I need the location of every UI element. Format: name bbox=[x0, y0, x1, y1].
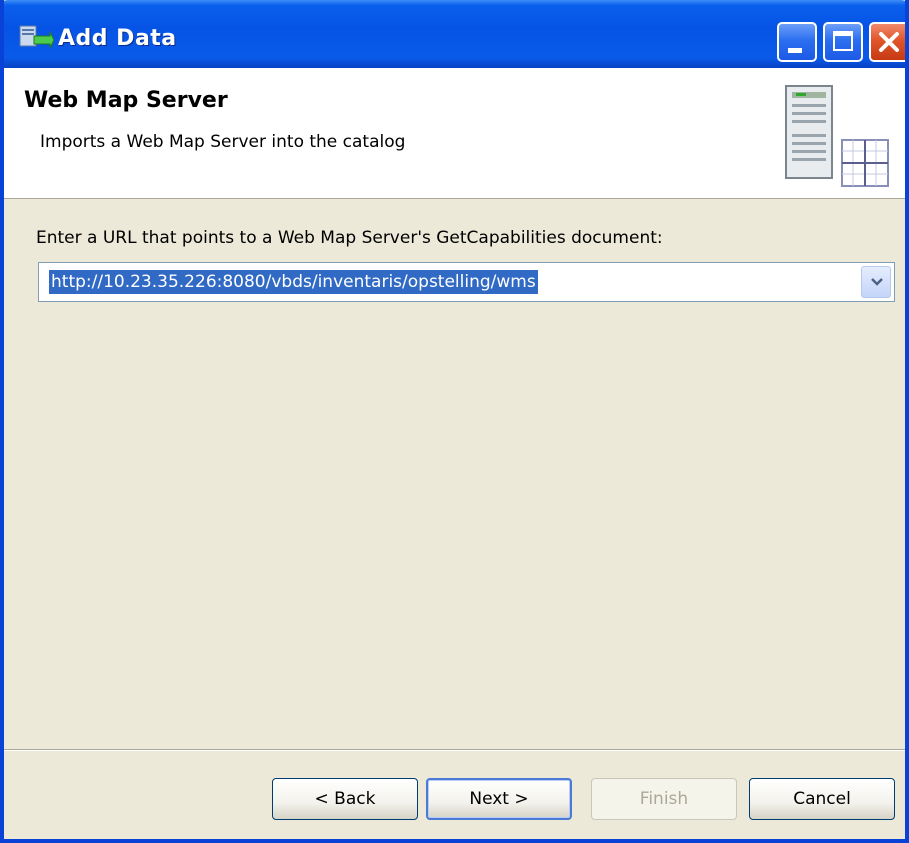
maximize-icon bbox=[833, 31, 853, 51]
chevron-down-icon bbox=[871, 278, 883, 286]
cancel-button[interactable]: Cancel bbox=[749, 778, 895, 820]
finish-button: Finish bbox=[591, 778, 737, 820]
minimize-button[interactable] bbox=[777, 22, 817, 62]
wms-server-icon bbox=[782, 84, 892, 192]
next-button[interactable]: Next > bbox=[426, 778, 572, 820]
page-title: Web Map Server bbox=[24, 88, 228, 113]
back-button[interactable]: < Back bbox=[272, 778, 418, 820]
window-title: Add Data bbox=[58, 26, 177, 51]
wizard-header: Web Map Server Imports a Web Map Server … bbox=[4, 68, 905, 199]
url-dropdown-button[interactable] bbox=[861, 266, 891, 298]
minimize-icon bbox=[788, 48, 802, 53]
close-button[interactable] bbox=[869, 22, 905, 62]
url-input[interactable]: http://10.23.35.226:8080/vbds/inventaris… bbox=[49, 270, 538, 294]
title-bar[interactable]: Add Data bbox=[4, 0, 905, 68]
add-data-dialog: Add Data Web Map Server Imports a Web Ma… bbox=[0, 0, 909, 843]
url-combobox[interactable]: http://10.23.35.226:8080/vbds/inventaris… bbox=[38, 262, 895, 302]
url-prompt-label: Enter a URL that points to a Web Map Ser… bbox=[36, 228, 663, 248]
maximize-button[interactable] bbox=[823, 22, 863, 62]
button-separator bbox=[4, 749, 905, 751]
page-description: Imports a Web Map Server into the catalo… bbox=[40, 132, 406, 152]
close-icon bbox=[879, 32, 899, 52]
add-data-icon bbox=[18, 24, 55, 52]
